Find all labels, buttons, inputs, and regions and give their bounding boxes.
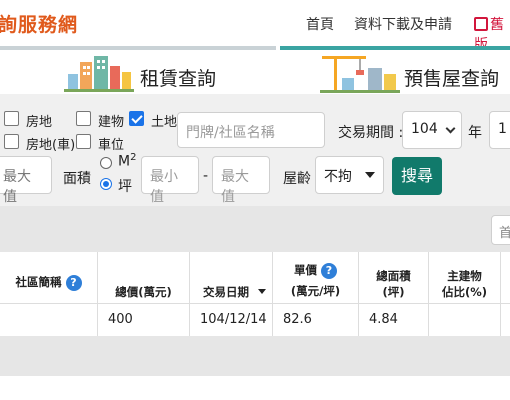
checkbox-land-building[interactable]: [4, 111, 19, 126]
checkbox-land[interactable]: [129, 111, 144, 126]
search-button[interactable]: 搜尋: [392, 157, 442, 195]
header-community[interactable]: 社區簡稱 ?: [0, 252, 98, 304]
tab-presale[interactable]: 預售屋查詢: [280, 46, 510, 94]
tab-rent-label: 租賃查詢: [140, 68, 217, 90]
cell-total-area: 4.84: [359, 304, 429, 336]
price-max-input[interactable]: 最大值: [0, 156, 52, 205]
header-trade-date[interactable]: 交易日期: [190, 252, 273, 304]
month-select[interactable]: 1: [489, 111, 510, 149]
address-input[interactable]: 門牌/社區名稱: [177, 112, 325, 148]
year-unit-label: 年: [468, 125, 482, 141]
header-unit-price[interactable]: 單價 ? (萬元/坪): [273, 252, 359, 304]
checkbox-parking[interactable]: [76, 134, 91, 149]
month-value: 1: [498, 121, 507, 137]
checkbox-land-building-parking-label: 房地(車): [26, 138, 76, 153]
period-label: 交易期間 :: [338, 125, 404, 141]
help-icon[interactable]: ?: [65, 274, 82, 291]
header-main-ratio-label-2: 佔比(%): [441, 285, 488, 299]
header-main-ratio[interactable]: 主建物 佔比(%): [429, 252, 501, 304]
results-table: 社區簡稱 ? 總價(萬元) 交易日期 單價 ? (萬元/坪) 總面積 (坪) 主…: [0, 252, 510, 336]
checkbox-building[interactable]: [76, 111, 91, 126]
pagination-first[interactable]: 首: [491, 215, 510, 245]
header-total-price-label: 總價(萬元): [115, 285, 172, 299]
cell-main-ratio: [429, 304, 501, 336]
checkbox-land-label: 土地: [151, 115, 178, 130]
site-header: 詢服務網 首頁 資料下載及申請 舊版: [0, 0, 510, 53]
header-community-label: 社區簡稱: [15, 275, 62, 289]
external-link-icon: [474, 17, 488, 31]
header-main-ratio-label-1: 主建物: [447, 269, 482, 283]
year-value: 104: [411, 121, 438, 137]
area-max-input[interactable]: 最大值: [212, 156, 270, 205]
results-toolbar: [0, 206, 510, 252]
area-dash: -: [203, 168, 209, 184]
header-total-price[interactable]: 總價(萬元): [98, 252, 190, 304]
checkbox-building-label: 建物: [98, 115, 125, 130]
tab-rent[interactable]: 租賃查詢: [0, 46, 276, 94]
cell-trade-date: 104/12/14: [190, 304, 273, 336]
city-buildings-icon: [64, 56, 134, 92]
query-tabs: 租賃查詢 預售屋查詢: [0, 46, 510, 94]
tab-presale-label: 預售屋查詢: [404, 68, 500, 90]
header-total-area[interactable]: 總面積 (坪): [359, 252, 429, 304]
chevron-down-icon: [445, 123, 456, 134]
age-select[interactable]: 不拘: [315, 156, 384, 194]
help-icon[interactable]: ?: [321, 262, 337, 279]
results-footer: [0, 336, 510, 376]
nav-home-link[interactable]: 首頁: [306, 14, 334, 34]
header-total-area-unit: (坪): [382, 285, 405, 299]
cell-community: [0, 304, 98, 336]
header-trade-date-label: 交易日期: [203, 285, 249, 299]
site-brand[interactable]: 詢服務網: [0, 10, 78, 37]
age-label: 屋齡: [283, 171, 311, 187]
cell-unit-price: 82.6: [273, 304, 359, 336]
nav-download-link[interactable]: 資料下載及申請: [354, 14, 452, 34]
radio-area-m2-label: M2: [118, 152, 136, 170]
year-select[interactable]: 104: [402, 111, 462, 149]
header-unit-price-label: 單價: [293, 263, 317, 277]
radio-area-ping-label: 坪: [118, 179, 132, 195]
unit-m-superscript: 2: [130, 152, 137, 163]
checkbox-land-building-parking[interactable]: [4, 134, 19, 149]
header-total-area-label: 總面積: [376, 269, 411, 283]
header-unit-price-unit: (萬元/坪): [290, 283, 341, 298]
sort-desc-icon: [258, 289, 266, 294]
age-value: 不拘: [324, 169, 352, 185]
header-overflow: [501, 252, 510, 304]
checkbox-land-building-label: 房地: [26, 115, 53, 130]
radio-area-ping[interactable]: [100, 178, 112, 190]
construction-crane-icon: [320, 56, 400, 93]
unit-m-text: M: [118, 153, 131, 170]
area-min-input[interactable]: 最小值: [141, 156, 199, 205]
checkbox-parking-label: 車位: [98, 138, 125, 153]
cell-total-price: 400: [98, 304, 190, 336]
radio-area-m2[interactable]: [100, 157, 112, 169]
caret-down-icon: [365, 172, 375, 178]
area-label: 面積: [63, 171, 91, 187]
